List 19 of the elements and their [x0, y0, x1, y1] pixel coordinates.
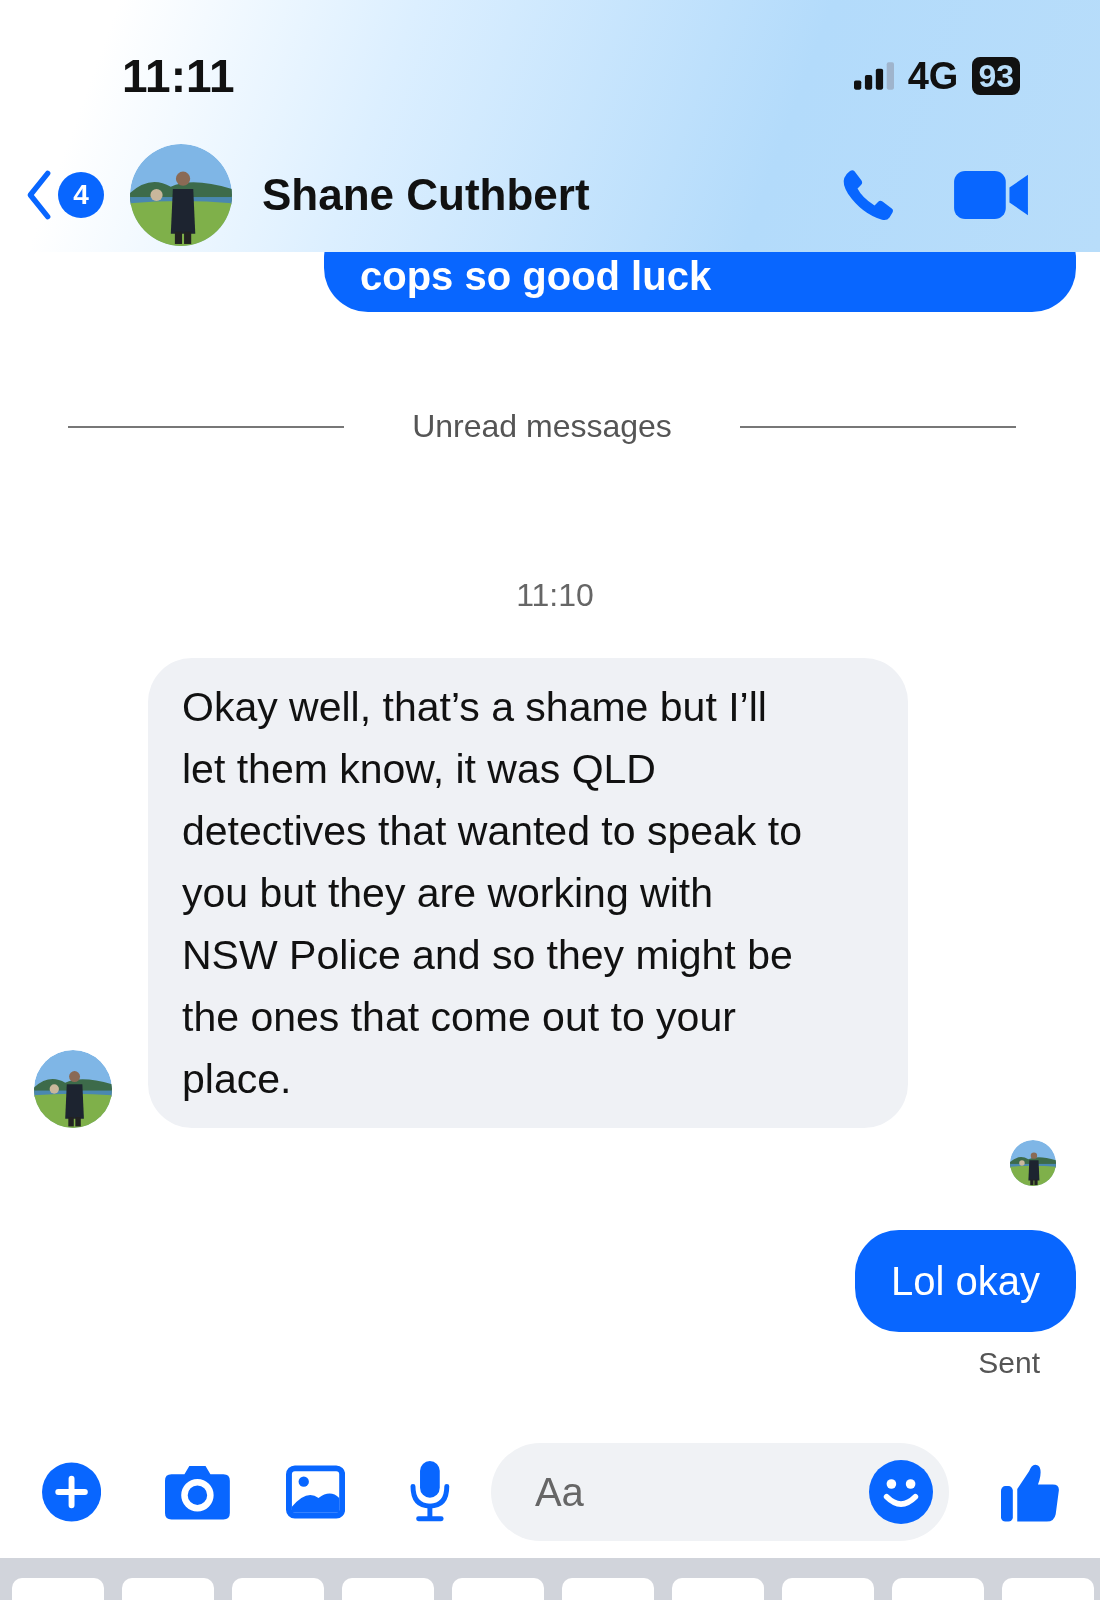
chevron-left-icon [26, 169, 52, 221]
message-bubble: Lol okay [855, 1230, 1076, 1332]
unread-divider-label: Unread messages [412, 408, 672, 445]
status-time: 11:11 [122, 49, 235, 103]
delivery-status: Sent [977, 1346, 1040, 1380]
battery-level: 93 [972, 57, 1020, 95]
message-field[interactable]: Aa [490, 1443, 949, 1541]
network-label: 4G [907, 54, 959, 98]
video-camera-icon[interactable] [954, 171, 1028, 219]
unread-badge: 4 [58, 172, 104, 218]
back-button[interactable]: 4 [26, 169, 104, 221]
message-bubble: Okay well, that’s a shame but I’ll let them know, it was QLD detectives that wanted to speak to you but they are working with NSW Police and so they might be the ones that come out to your place. [148, 658, 908, 1128]
add-icon[interactable] [42, 1461, 102, 1523]
message-input[interactable]: Aa [532, 1468, 869, 1516]
camera-icon[interactable] [165, 1463, 230, 1521]
message-timestamp: 11:10 [515, 577, 595, 614]
emoji-icon[interactable] [868, 1460, 933, 1524]
signal-icon [853, 62, 894, 90]
image-icon[interactable] [285, 1464, 346, 1520]
